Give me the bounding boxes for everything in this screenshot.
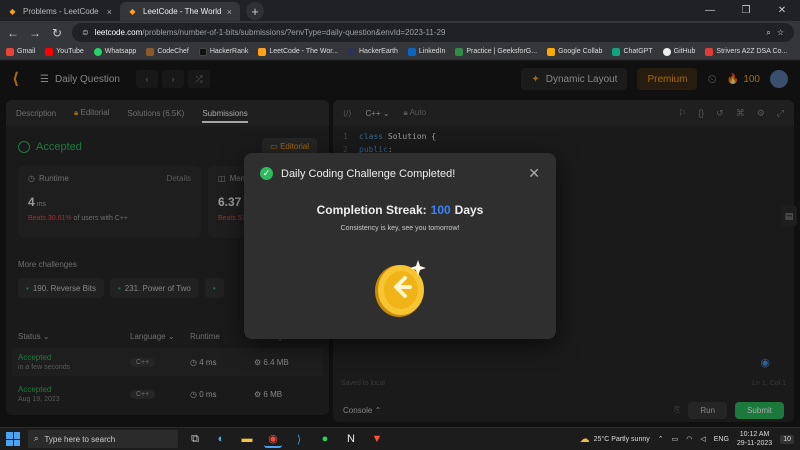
edge-icon[interactable]: ◐ [212,430,230,448]
file-explorer-icon[interactable]: ▬ [238,430,256,448]
windows-start-icon[interactable] [6,432,20,446]
bookmark-label: ChatGPT [623,48,653,55]
leetcode-icon: ◆ [9,7,16,16]
bookmark-gmail[interactable]: Gmail [6,47,36,56]
search-placeholder: Type here to search [44,434,116,444]
url-path: /problems/number-of-1-bits/submissions/?… [142,28,446,37]
clock[interactable]: 10:12 AM 29-11-2023 [737,430,772,448]
streak-value: 100 [430,203,451,217]
bookmark-hackerrank[interactable]: HackerRank [198,47,249,56]
browser-tab-strip: ◆ Problems - LeetCode × ◆ LeetCode - The… [0,0,800,21]
success-check-icon: ✓ [260,167,273,180]
volume-icon[interactable]: ◁ [700,435,705,443]
language-indicator[interactable]: ENG [714,436,729,443]
maximize-icon[interactable]: ❐ [728,0,764,21]
close-icon[interactable]: × [227,7,232,17]
bookmark-github[interactable]: GitHub [662,47,696,56]
task-view-icon[interactable]: ⧉ [186,430,204,448]
bookmark-youtube[interactable]: YouTube [45,47,84,56]
bookmark-strivers[interactable]: Strivers A2Z DSA Co... [705,47,788,56]
bookmark-label: Practice | GeeksforG... [466,48,538,55]
weather-text: 25°C Partly sunny [593,435,650,443]
leetcode-coin-icon [375,260,426,317]
network-icon[interactable]: ▭ [672,435,679,443]
close-icon[interactable]: ✕ [528,165,540,182]
minimize-icon[interactable]: — [692,0,728,21]
bookmark-label: CodeChef [157,48,189,55]
close-window-icon[interactable]: ✕ [764,0,800,21]
date: 29-11-2023 [736,440,773,447]
search-icon: ⌕ [34,434,39,443]
bookmark-linkedin[interactable]: LinkedIn [407,47,446,56]
challenge-complete-modal: ✓ Daily Coding Challenge Completed! ✕ Co… [244,153,556,339]
browser-tab-problems[interactable]: ◆ Problems - LeetCode × [0,2,120,21]
bookmark-label: HackerRank [209,48,249,55]
windows-taskbar: ⌕ Type here to search ⧉ ◐ ▬ ◉ ⟩ ● N ▼ ☁ 2… [0,427,800,450]
bookmark-label: Strivers A2Z DSA Co... [716,48,788,55]
tab-title: LeetCode - The World's Leading [143,7,221,16]
url-host: leetcode.com [94,28,143,37]
bookmarks-bar: Gmail YouTube Whatsapp CodeChef HackerRa… [0,44,800,60]
modal-title: Daily Coding Challenge Completed! [281,167,456,180]
bookmark-label: LinkedIn [418,48,446,55]
url-field[interactable]: ⊜ leetcode.com/problems/number-of-1-bits… [72,23,794,42]
bookmark-label: LeetCode - The Wor... [269,48,338,55]
window-controls: — ❐ ✕ [692,0,800,21]
bookmark-codechef[interactable]: CodeChef [146,47,189,56]
site-info-icon[interactable]: ⊜ [82,28,89,37]
chrome-icon[interactable]: ◉ [264,430,282,448]
bookmark-hackerearth[interactable]: HackerEarth [348,47,398,56]
bookmark-label: GitHub [673,48,696,55]
back-icon[interactable]: ← [6,26,20,40]
bookmark-whatsapp[interactable]: Whatsapp [93,47,137,56]
spotify-icon[interactable]: ● [316,430,334,448]
brave-icon[interactable]: ▼ [368,430,386,448]
bookmark-label: Google Collab [558,48,603,55]
reload-icon[interactable]: ↻ [50,26,64,40]
wifi-icon[interactable]: ◠ [686,435,692,443]
notion-icon[interactable]: N [342,430,360,448]
bookmark-label: Whatsapp [104,48,137,55]
bookmark-geeksforgeeks[interactable]: Practice | GeeksforG... [455,47,538,56]
time: 10:12 AM [739,431,770,438]
notification-icon[interactable]: 10 [780,434,794,444]
taskbar-search[interactable]: ⌕ Type here to search [28,430,178,448]
chevron-up-icon[interactable]: ⌃ [658,435,664,443]
zoom-icon[interactable]: ⌕ [766,28,770,38]
address-bar: ← → ↻ ⊜ leetcode.com/problems/number-of-… [0,21,800,416]
streak-label: Completion Streak: [316,203,427,217]
streak-unit: Days [454,203,484,217]
modal-message: Consistency is key, see you tomorrow! [340,225,460,232]
weather-icon: ☁ [579,433,590,445]
new-tab-button[interactable]: + [246,2,264,20]
weather-widget[interactable]: ☁ 25°C Partly sunny [580,434,650,445]
vscode-icon[interactable]: ⟩ [290,430,308,448]
bookmark-label: Gmail [17,48,36,55]
completion-streak: Completion Streak: 100 Days [244,203,556,217]
bookmark-chatgpt[interactable]: ChatGPT [612,47,653,56]
tab-title: Problems - LeetCode [23,7,99,16]
bookmark-label: YouTube [56,48,84,55]
system-tray: ☁ 25°C Partly sunny ⌃ ▭ ◠ ◁ ENG 10:12 AM … [580,430,794,448]
bookmark-google-collab[interactable]: Google Collab [547,47,603,56]
browser-tab-leetcode[interactable]: ◆ LeetCode - The World's Leading × [120,2,240,21]
bookmark-leetcode[interactable]: LeetCode - The Wor... [258,47,338,56]
bookmark-label: HackerEarth [359,48,398,55]
leetcode-icon: ◆ [129,7,136,16]
bookmark-star-icon[interactable]: ☆ [777,28,784,37]
close-icon[interactable]: × [107,7,112,17]
forward-icon[interactable]: → [28,26,42,40]
